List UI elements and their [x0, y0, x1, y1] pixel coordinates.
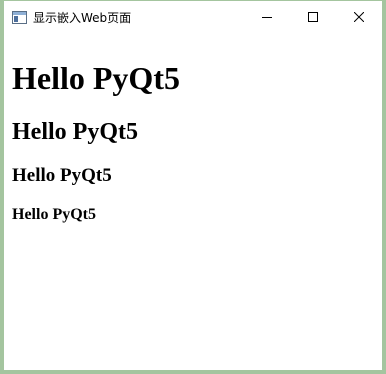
title-bar[interactable]: 显示嵌入Web页面 [4, 1, 382, 34]
web-view[interactable]: Hello PyQt5 Hello PyQt5 Hello PyQt5 Hell… [4, 34, 382, 370]
heading-3: Hello PyQt5 [12, 165, 112, 186]
maximize-button[interactable] [290, 1, 336, 34]
close-icon [353, 9, 365, 27]
heading-1: Hello PyQt5 [12, 60, 180, 96]
window-title: 显示嵌入Web页面 [33, 10, 132, 25]
window-controls [244, 1, 382, 34]
heading-4: Hello PyQt5 [12, 206, 96, 223]
app-window: 显示嵌入Web页面 Hello PyQt5 Hello PyQt5 Hello … [0, 0, 386, 374]
minimize-button[interactable] [244, 1, 290, 34]
close-button[interactable] [336, 1, 382, 34]
maximize-icon [308, 9, 318, 27]
minimize-icon [262, 9, 272, 27]
heading-2: Hello PyQt5 [12, 119, 138, 145]
app-window-icon [12, 11, 27, 24]
